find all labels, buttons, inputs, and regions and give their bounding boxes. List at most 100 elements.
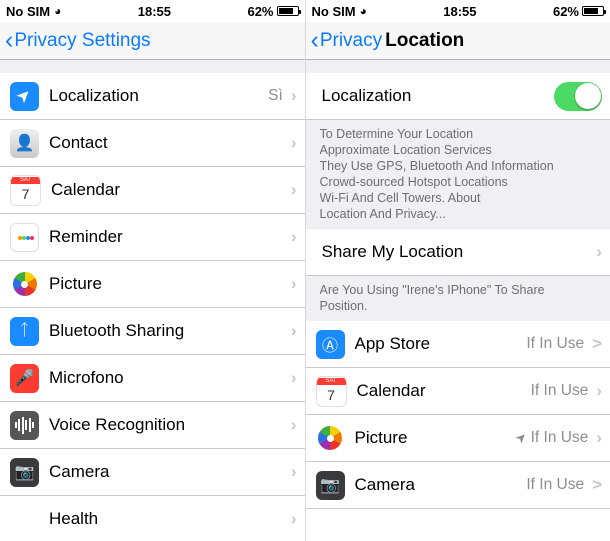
status-clock: 18:55 <box>443 3 477 19</box>
microphone-icon: 🎤 <box>10 363 39 393</box>
left-screen: No SIM ◕ 18:55 62% ‹ Privacy Settings ➤ … <box>0 0 306 541</box>
share-location-footer: Are You Using "Irene's IPhone" To Share … <box>305 276 610 321</box>
status-clock: 18:55 <box>137 3 172 19</box>
row-localization-toggle[interactable]: Localization <box>305 73 610 120</box>
row-picture[interactable]: Picture › <box>0 261 305 308</box>
location-arrow-icon: ➤ <box>10 81 39 111</box>
row-value: If In Use <box>526 335 585 352</box>
row-value: If In Use <box>530 382 589 399</box>
right-screen: No SIM ◕ 18:55 62% ‹ Privacy Location Lo… <box>305 0 610 541</box>
row-calendar[interactable]: SAT 7 Calendar › <box>0 167 305 214</box>
photos-icon <box>10 269 39 299</box>
chevron-right-icon: › <box>290 462 297 481</box>
battery-icon <box>582 6 606 16</box>
row-value: Sì <box>268 87 283 104</box>
right-status-left: No SIM ◕ <box>312 4 367 19</box>
camera-icon: 📷 <box>10 457 39 487</box>
row-app-store[interactable]: Ⓐ App Store If In Use > <box>305 321 610 368</box>
row-label: Picture <box>354 428 408 447</box>
row-value: If In Use <box>526 476 585 493</box>
footer-line: They Use GPS, Bluetooth And Information <box>319 159 554 173</box>
row-label: Camera <box>354 475 415 494</box>
right-nav-bar: ‹ Privacy Location <box>305 22 610 60</box>
chevron-left-icon: ‹ <box>5 26 14 54</box>
voice-recognition-icon <box>10 410 39 440</box>
row-label: Localization <box>49 86 139 105</box>
row-label: App Store <box>354 334 431 353</box>
localization-toggle[interactable] <box>554 81 602 111</box>
right-status-right: 62% <box>552 3 606 19</box>
row-localization[interactable]: ➤ Localization Sì › <box>0 73 305 120</box>
row-voice-recognition[interactable]: Voice Recognition › <box>0 402 305 449</box>
chevron-right-icon: › <box>290 133 297 152</box>
footer-line: To Determine Your Location <box>319 127 474 141</box>
wifi-icon: ◕ <box>359 4 367 18</box>
carrier-label: No SIM <box>6 3 51 19</box>
right-settings-list[interactable]: Localization To Determine Your Location … <box>305 60 610 541</box>
row-label: Localization <box>321 86 412 105</box>
right-status-bar: No SIM ◕ 18:55 62% <box>305 0 610 22</box>
row-health[interactable]: ❤ Health › <box>0 496 305 541</box>
battery-percent-label: 62% <box>247 3 274 19</box>
row-label: Voice Recognition <box>49 415 186 434</box>
row-label: Share My Location <box>321 242 464 261</box>
row-label: Contact <box>49 133 108 152</box>
carrier-label: No SIM <box>311 3 356 19</box>
calendar-icon: SAT 7 <box>10 174 41 206</box>
back-button-label: Privacy Settings <box>14 29 151 51</box>
back-button-privacy[interactable]: ‹ Privacy <box>306 28 383 53</box>
left-status-right: 62% <box>247 3 301 19</box>
calendar-icon: SAT 7 <box>315 375 347 407</box>
row-label: Calendar <box>356 381 426 400</box>
appstore-icon: Ⓐ <box>315 329 345 359</box>
chevron-right-icon: › <box>290 368 297 387</box>
footer-line: Are You Using "Irene's IPhone" To Share <box>319 283 545 297</box>
back-button-label: Privacy <box>319 29 383 51</box>
chevron-right-icon: › <box>290 274 297 293</box>
left-nav-bar: ‹ Privacy Settings <box>0 22 305 60</box>
chevron-right-icon: › <box>290 321 297 340</box>
bluetooth-icon: ᛏ <box>10 316 39 346</box>
footer-line: Crowd-sourced Hotspot Locations <box>319 175 508 189</box>
row-label: Reminder <box>49 227 123 246</box>
row-app-camera[interactable]: 📷 Camera If In Use > <box>305 462 610 509</box>
row-camera[interactable]: 📷 Camera › <box>0 449 305 496</box>
row-app-calendar[interactable]: SAT 7 Calendar If In Use › <box>305 368 610 415</box>
chevron-right-icon: › <box>290 180 297 199</box>
row-microphone[interactable]: 🎤 Microfono › <box>0 355 305 402</box>
row-label: Microfono <box>49 368 124 387</box>
chevron-right-icon: > <box>592 334 602 353</box>
footer-line: Approximate Location Services <box>319 143 492 157</box>
row-label: Calendar <box>51 180 120 199</box>
left-status-left: No SIM ◕ <box>6 4 61 19</box>
chevron-right-icon: › <box>290 415 297 434</box>
row-share-my-location[interactable]: Share My Location › <box>305 229 610 276</box>
left-status-bar: No SIM ◕ 18:55 62% <box>0 0 305 22</box>
chevron-right-icon: › <box>290 227 297 246</box>
row-label: Bluetooth Sharing <box>49 321 185 340</box>
row-bluetooth-sharing[interactable]: ᛏ Bluetooth Sharing › <box>0 308 305 355</box>
health-icon: ❤ <box>10 504 39 534</box>
row-contact[interactable]: 👤 Contact › <box>0 120 305 167</box>
row-label: Camera <box>49 462 110 481</box>
left-settings-list[interactable]: ➤ Localization Sì › 👤 Contact › SAT 7 Cal… <box>0 60 305 541</box>
chevron-right-icon: › <box>596 242 602 261</box>
chevron-right-icon: › <box>596 381 602 400</box>
battery-icon <box>276 6 301 16</box>
chevron-right-icon: > <box>592 475 602 494</box>
chevron-right-icon: › <box>290 86 297 105</box>
row-app-picture[interactable]: Picture ➤ If In Use › <box>305 415 610 462</box>
chevron-right-icon: › <box>290 509 297 528</box>
footer-line: Wi-Fi And Cell Towers. About <box>319 191 481 205</box>
row-label: Health <box>49 509 99 528</box>
chevron-left-icon: ‹ <box>310 26 319 54</box>
camera-icon: 📷 <box>315 470 345 500</box>
back-button-privacy-settings[interactable]: ‹ Privacy Settings <box>0 28 151 53</box>
location-services-footer: To Determine Your Location Approximate L… <box>305 120 610 229</box>
footer-line: Position. <box>319 299 368 313</box>
photos-icon <box>315 423 345 453</box>
reminders-icon <box>10 222 39 252</box>
list-top-gap <box>305 60 610 73</box>
battery-percent-label: 62% <box>552 3 579 19</box>
row-reminder[interactable]: Reminder › <box>0 214 305 261</box>
